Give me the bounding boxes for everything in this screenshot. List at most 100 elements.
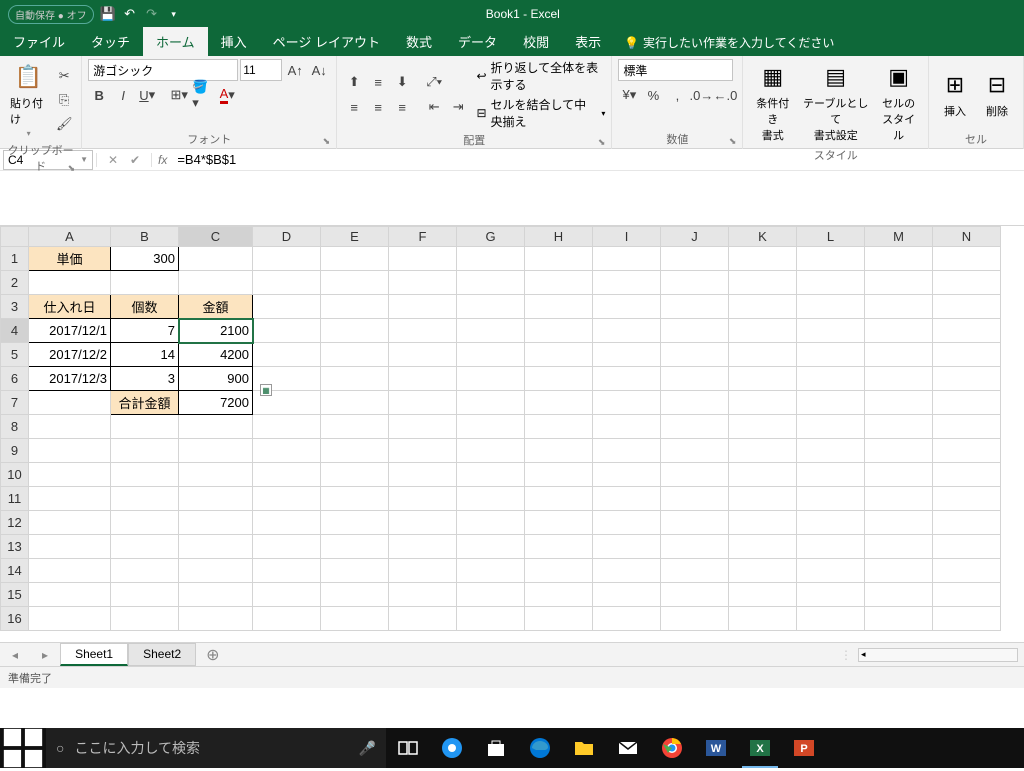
col-header-G[interactable]: G <box>457 227 525 247</box>
cell-F11[interactable] <box>389 487 457 511</box>
col-header-A[interactable]: A <box>29 227 111 247</box>
decrease-indent-icon[interactable]: ⇤ <box>423 96 445 118</box>
percent-icon[interactable]: % <box>642 84 664 106</box>
cell-J10[interactable] <box>661 463 729 487</box>
cell-E13[interactable] <box>321 535 389 559</box>
cell-N16[interactable] <box>933 607 1001 631</box>
cell-A16[interactable] <box>29 607 111 631</box>
cell-C9[interactable] <box>179 439 253 463</box>
cell-G1[interactable] <box>457 247 525 271</box>
cell-C1[interactable] <box>179 247 253 271</box>
font-color-button[interactable]: A▾ <box>216 84 238 106</box>
cell-A8[interactable] <box>29 415 111 439</box>
autofill-options-icon[interactable]: ▦ <box>260 384 272 396</box>
cell-F10[interactable] <box>389 463 457 487</box>
cell-F6[interactable] <box>389 367 457 391</box>
save-icon[interactable]: 💾 <box>100 6 116 22</box>
row-header-9[interactable]: 9 <box>1 439 29 463</box>
row-header-10[interactable]: 10 <box>1 463 29 487</box>
cell-B16[interactable] <box>111 607 179 631</box>
cell-D13[interactable] <box>253 535 321 559</box>
cell-H13[interactable] <box>525 535 593 559</box>
cell-E11[interactable] <box>321 487 389 511</box>
currency-icon[interactable]: ¥▾ <box>618 84 640 106</box>
cell-G9[interactable] <box>457 439 525 463</box>
cell-L4[interactable] <box>797 319 865 343</box>
cell-H10[interactable] <box>525 463 593 487</box>
cell-I2[interactable] <box>593 271 661 295</box>
col-header-C[interactable]: C <box>179 227 253 247</box>
underline-button[interactable]: U▾ <box>136 84 158 106</box>
cell-I3[interactable] <box>593 295 661 319</box>
cell-G6[interactable] <box>457 367 525 391</box>
cell-A6[interactable]: 2017/12/3 <box>29 367 111 391</box>
cell-D16[interactable] <box>253 607 321 631</box>
cell-J12[interactable] <box>661 511 729 535</box>
dialog-launcher-icon[interactable]: ⬊ <box>598 137 606 148</box>
cell-H11[interactable] <box>525 487 593 511</box>
cell-K12[interactable] <box>729 511 797 535</box>
cell-M7[interactable] <box>865 391 933 415</box>
word-icon[interactable]: W <box>694 728 738 768</box>
cell-E7[interactable] <box>321 391 389 415</box>
select-all-corner[interactable] <box>1 227 29 247</box>
cell-H16[interactable] <box>525 607 593 631</box>
copy-button[interactable]: ⎘ <box>53 89 75 111</box>
bold-button[interactable]: B <box>88 84 110 106</box>
mic-icon[interactable]: 🎤 <box>359 740 376 757</box>
increase-font-icon[interactable]: A↑ <box>284 59 306 81</box>
tab-表示[interactable]: 表示 <box>562 27 614 56</box>
cell-G7[interactable] <box>457 391 525 415</box>
wrap-text-button[interactable]: ↩折り返して全体を表示する <box>476 59 605 93</box>
cell-F4[interactable] <box>389 319 457 343</box>
cell-I5[interactable] <box>593 343 661 367</box>
cell-G2[interactable] <box>457 271 525 295</box>
cell-M3[interactable] <box>865 295 933 319</box>
cell-F3[interactable] <box>389 295 457 319</box>
cell-E5[interactable] <box>321 343 389 367</box>
cell-M11[interactable] <box>865 487 933 511</box>
row-header-8[interactable]: 8 <box>1 415 29 439</box>
cell-C12[interactable] <box>179 511 253 535</box>
cell-I10[interactable] <box>593 463 661 487</box>
cell-H8[interactable] <box>525 415 593 439</box>
insert-cells-button[interactable]: ⊞挿入 <box>935 67 975 121</box>
cell-E2[interactable] <box>321 271 389 295</box>
cell-N12[interactable] <box>933 511 1001 535</box>
cell-M12[interactable] <box>865 511 933 535</box>
row-header-6[interactable]: 6 <box>1 367 29 391</box>
cell-E9[interactable] <box>321 439 389 463</box>
col-header-F[interactable]: F <box>389 227 457 247</box>
cell-H1[interactable] <box>525 247 593 271</box>
cell-F2[interactable] <box>389 271 457 295</box>
new-sheet-button[interactable]: ⊕ <box>196 645 229 665</box>
cell-I13[interactable] <box>593 535 661 559</box>
chevron-down-icon[interactable]: ▼ <box>80 155 88 164</box>
cell-J14[interactable] <box>661 559 729 583</box>
cell-K11[interactable] <box>729 487 797 511</box>
cell-N13[interactable] <box>933 535 1001 559</box>
fx-icon[interactable]: fx <box>152 153 173 167</box>
cell-M8[interactable] <box>865 415 933 439</box>
cell-K7[interactable] <box>729 391 797 415</box>
cell-D8[interactable] <box>253 415 321 439</box>
cell-M16[interactable] <box>865 607 933 631</box>
cell-B7[interactable]: 合計金額 <box>111 391 179 415</box>
cell-I14[interactable] <box>593 559 661 583</box>
cell-M4[interactable] <box>865 319 933 343</box>
cell-E15[interactable] <box>321 583 389 607</box>
cell-D11[interactable] <box>253 487 321 511</box>
cell-L8[interactable] <box>797 415 865 439</box>
font-size-input[interactable] <box>240 59 282 81</box>
orientation-icon[interactable]: ⤢▾ <box>423 71 445 93</box>
cell-B15[interactable] <box>111 583 179 607</box>
cell-J6[interactable] <box>661 367 729 391</box>
cell-N10[interactable] <box>933 463 1001 487</box>
cell-L15[interactable] <box>797 583 865 607</box>
excel-icon[interactable]: X <box>738 728 782 768</box>
cell-K9[interactable] <box>729 439 797 463</box>
cell-B14[interactable] <box>111 559 179 583</box>
cell-K5[interactable] <box>729 343 797 367</box>
cell-M10[interactable] <box>865 463 933 487</box>
chrome-icon[interactable] <box>650 728 694 768</box>
